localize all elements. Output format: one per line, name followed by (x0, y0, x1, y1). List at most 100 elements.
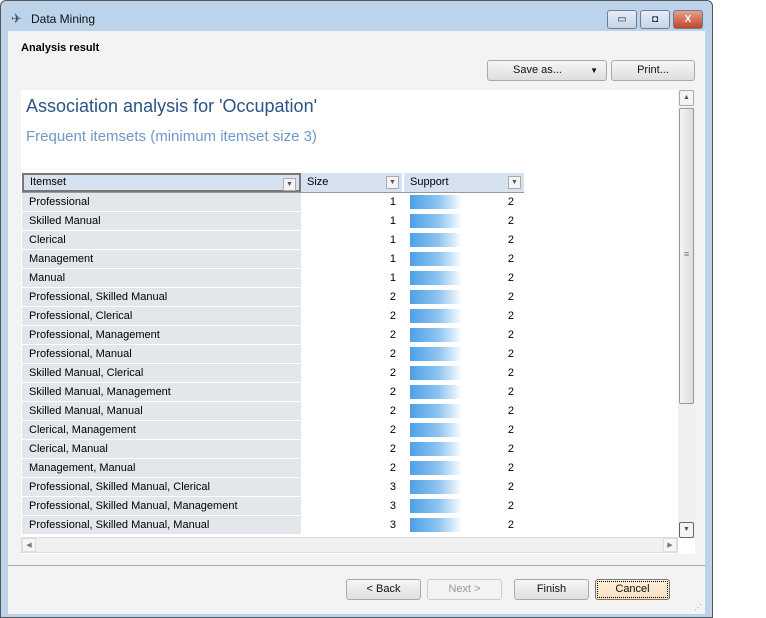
size-cell: 3 (389, 500, 396, 512)
table-row[interactable]: Clerical, Manual 2 2 (22, 440, 524, 459)
horizontal-scrollbar[interactable]: ◀ ▶ (21, 537, 678, 553)
print-button[interactable]: Print... (611, 60, 695, 81)
support-value: 2 (507, 272, 514, 284)
support-cell: 2 (404, 440, 524, 459)
support-cell: 2 (404, 516, 524, 535)
itemset-cell: Clerical (22, 231, 301, 250)
size-cell: 1 (389, 215, 396, 227)
table-row[interactable]: Professional, Skilled Manual, Clerical 3 2 (22, 478, 524, 497)
close-button[interactable]: X (673, 10, 703, 29)
itemset-cell: Skilled Manual, Clerical (22, 364, 301, 383)
support-bar (410, 271, 462, 285)
size-cell: 2 (389, 443, 396, 455)
table-row[interactable]: Clerical 1 2 (22, 231, 524, 250)
scroll-down-icon[interactable]: ▼ (679, 522, 694, 538)
size-cell: 1 (389, 272, 396, 284)
resize-grip-icon[interactable]: ⋰ (694, 603, 702, 612)
table-row[interactable]: Management, Manual 2 2 (22, 459, 524, 478)
next-button[interactable]: Next > (427, 579, 502, 600)
vertical-scrollbar[interactable]: ▲ ≡ ▼ (678, 90, 695, 538)
size-cell: 2 (389, 367, 396, 379)
table-row[interactable]: Professional, Manual 2 2 (22, 345, 524, 364)
table-row[interactable]: Professional 1 2 (22, 193, 524, 212)
table-row[interactable]: Manual 1 2 (22, 269, 524, 288)
size-cell: 2 (389, 348, 396, 360)
save-as-label: Save as... (513, 64, 562, 76)
support-cell: 2 (404, 421, 524, 440)
support-value: 2 (507, 386, 514, 398)
filter-dropdown-icon[interactable]: ▼ (386, 176, 399, 189)
table-row[interactable]: Professional, Skilled Manual, Manual 3 2 (22, 516, 524, 535)
itemset-cell: Professional, Manual (22, 345, 301, 364)
support-value: 2 (507, 196, 514, 208)
report-subtitle: Frequent itemsets (minimum itemset size … (26, 128, 317, 145)
support-cell: 2 (404, 402, 524, 421)
itemset-cell: Professional, Skilled Manual, Manual (22, 516, 301, 535)
itemset-cell: Professional, Skilled Manual (22, 288, 301, 307)
size-cell: 3 (389, 481, 396, 493)
finish-button[interactable]: Finish (514, 579, 589, 600)
support-bar (410, 252, 462, 266)
support-bar (410, 442, 462, 456)
size-cell: 2 (389, 310, 396, 322)
support-value: 2 (507, 519, 514, 531)
itemset-cell: Professional, Skilled Manual, Clerical (22, 478, 301, 497)
itemset-cell: Clerical, Manual (22, 440, 301, 459)
scroll-right-icon[interactable]: ▶ (663, 538, 677, 552)
table-row[interactable]: Professional, Skilled Manual 2 2 (22, 288, 524, 307)
itemset-cell: Professional (22, 193, 301, 212)
support-bar (410, 499, 462, 513)
support-cell: 2 (404, 231, 524, 250)
cancel-button[interactable]: Cancel (595, 579, 670, 600)
column-header-size[interactable]: Size ▼ (301, 173, 404, 192)
support-value: 2 (507, 310, 514, 322)
back-button[interactable]: < Back (346, 579, 421, 600)
support-bar (410, 404, 462, 418)
filter-dropdown-icon[interactable]: ▼ (508, 176, 521, 189)
filter-dropdown-icon[interactable]: ▼ (283, 178, 296, 191)
scroll-up-icon[interactable]: ▲ (679, 90, 694, 106)
table-row[interactable]: Professional, Skilled Manual, Management… (22, 497, 524, 516)
title-bar: ✈ Data Mining ▭ ◘ X (1, 1, 712, 33)
support-value: 2 (507, 481, 514, 493)
itemset-cell: Clerical, Management (22, 421, 301, 440)
column-label: Itemset (30, 176, 67, 188)
support-bar (410, 290, 462, 304)
support-bar (410, 385, 462, 399)
column-header-itemset[interactable]: Itemset ▼ (22, 173, 301, 192)
support-cell: 2 (404, 478, 524, 497)
table-row[interactable]: Skilled Manual 1 2 (22, 212, 524, 231)
table-row[interactable]: Professional, Clerical 2 2 (22, 307, 524, 326)
table-body: Professional 1 2 Skilled Manual 1 2 Clerical 1 2… (22, 193, 524, 535)
size-cell: 1 (389, 253, 396, 265)
size-cell: 2 (389, 424, 396, 436)
support-bar (410, 214, 462, 228)
dialog-client: Analysis result Save as... ▼ Print... Ass… (8, 31, 705, 614)
support-cell: 2 (404, 212, 524, 231)
table-row[interactable]: Management 1 2 (22, 250, 524, 269)
support-bar (410, 366, 462, 380)
table-row[interactable]: Clerical, Management 2 2 (22, 421, 524, 440)
scroll-thumb[interactable]: ≡ (679, 108, 694, 404)
table-row[interactable]: Skilled Manual, Management 2 2 (22, 383, 524, 402)
column-header-support[interactable]: Support ▼ (404, 173, 524, 192)
table-row[interactable]: Skilled Manual, Clerical 2 2 (22, 364, 524, 383)
scroll-left-icon[interactable]: ◀ (22, 538, 36, 552)
size-cell: 2 (389, 386, 396, 398)
app-icon: ✈ (11, 11, 22, 26)
support-bar (410, 233, 462, 247)
table-row[interactable]: Professional, Management 2 2 (22, 326, 524, 345)
itemset-cell: Professional, Clerical (22, 307, 301, 326)
minimize-button[interactable]: ▭ (607, 10, 637, 29)
column-label: Support (410, 176, 449, 188)
page-heading: Analysis result (21, 42, 100, 54)
table-row[interactable]: Skilled Manual, Manual 2 2 (22, 402, 524, 421)
support-bar (410, 195, 462, 209)
save-as-button[interactable]: Save as... ▼ (487, 60, 607, 81)
support-value: 2 (507, 367, 514, 379)
itemset-cell: Manual (22, 269, 301, 288)
itemset-cell: Professional, Management (22, 326, 301, 345)
support-cell: 2 (404, 269, 524, 288)
maximize-button[interactable]: ◘ (640, 10, 670, 29)
size-cell: 2 (389, 405, 396, 417)
